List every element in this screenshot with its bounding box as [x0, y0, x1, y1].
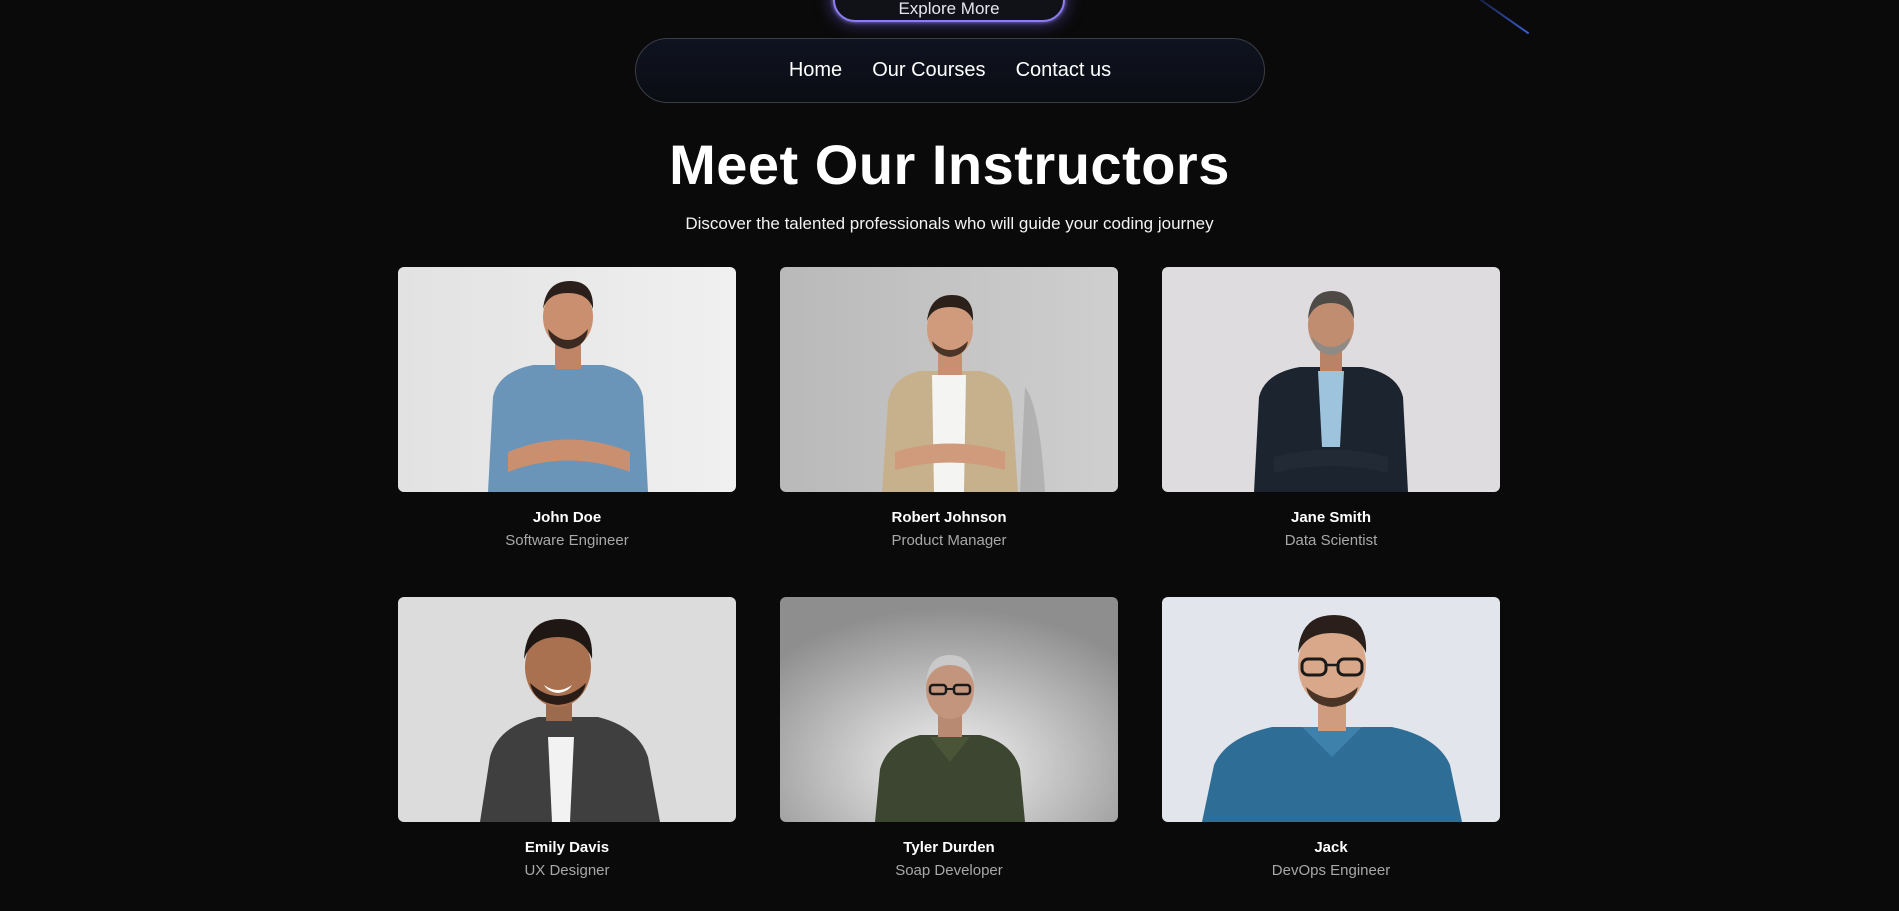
explore-more-button[interactable]: Explore More	[833, 0, 1065, 22]
instructor-card[interactable]: Jack DevOps Engineer	[1162, 597, 1500, 911]
instructor-role: Software Engineer	[505, 532, 629, 549]
instructor-name: Robert Johnson	[891, 509, 1007, 526]
instructor-card[interactable]: Jane Smith Data Scientist	[1162, 267, 1500, 597]
instructor-card[interactable]: John Doe Software Engineer	[398, 267, 736, 597]
instructor-photo	[780, 597, 1118, 822]
main-nav: Home Our Courses Contact us	[635, 38, 1265, 103]
instructors-grid: John Doe Software Engineer Robert Johnso…	[398, 267, 1501, 911]
instructor-name: Tyler Durden	[903, 839, 995, 856]
nav-home[interactable]: Home	[789, 59, 842, 82]
page: Explore More Home Our Courses Contact us…	[0, 0, 1899, 911]
explore-more-label: Explore More	[898, 0, 1000, 18]
instructor-card[interactable]: Tyler Durden Soap Developer	[780, 597, 1118, 911]
instructor-card[interactable]: Emily Davis UX Designer	[398, 597, 736, 911]
instructor-name: Emily Davis	[524, 839, 610, 856]
nav-our-courses[interactable]: Our Courses	[872, 59, 985, 82]
instructor-role: Product Manager	[891, 532, 1007, 549]
nav-contact-us[interactable]: Contact us	[1016, 59, 1112, 82]
instructor-photo	[1162, 267, 1500, 492]
instructor-name: Jack	[1314, 839, 1348, 856]
instructor-name: John Doe	[532, 509, 602, 526]
section-subtitle: Discover the talented professionals who …	[685, 214, 1214, 233]
instructor-photo	[1162, 597, 1500, 822]
instructor-name: Jane Smith	[1290, 509, 1372, 526]
instructor-role: Data Scientist	[1284, 532, 1378, 549]
instructor-photo	[398, 597, 736, 822]
instructor-role: DevOps Engineer	[1271, 862, 1391, 879]
instructor-role: Soap Developer	[895, 862, 1003, 879]
instructor-card[interactable]: Robert Johnson Product Manager	[780, 267, 1118, 597]
decorative-line	[1467, 0, 1530, 35]
instructor-photo	[780, 267, 1118, 492]
instructor-role: UX Designer	[524, 862, 610, 879]
section-title: Meet Our Instructors	[669, 133, 1230, 196]
instructor-photo	[398, 267, 736, 492]
